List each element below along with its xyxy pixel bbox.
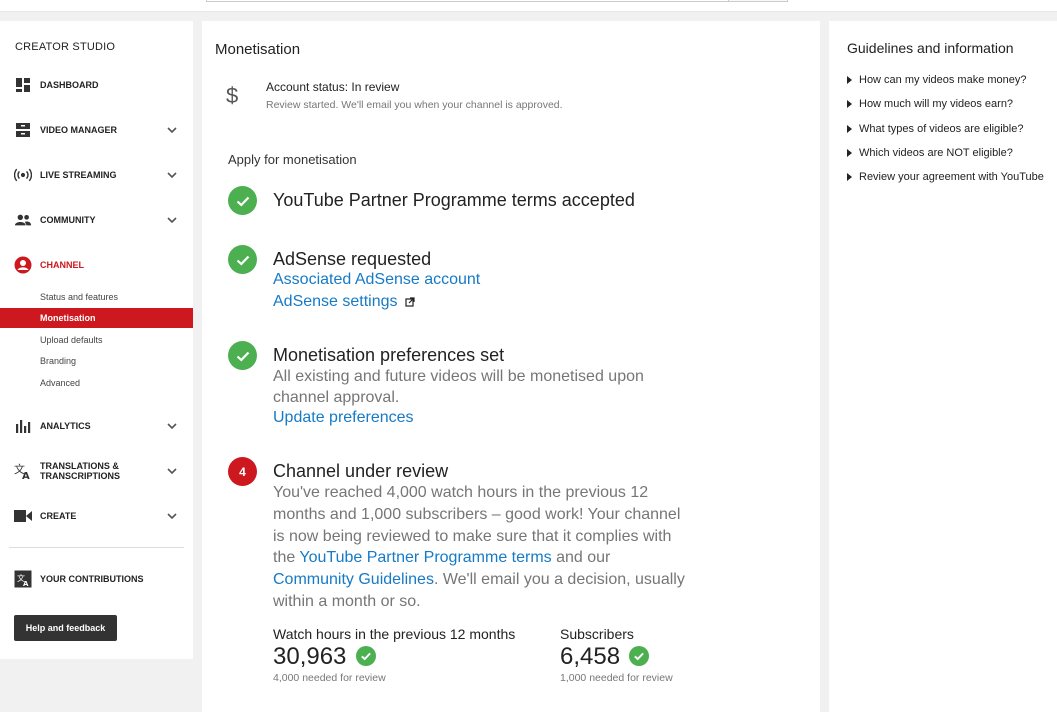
svg-text:A: A (23, 580, 29, 588)
sidebar-item-label: COMMUNITY (40, 215, 96, 225)
sidebar-item-label: DASHBOARD (40, 80, 99, 90)
chevron-down-icon[interactable] (166, 214, 178, 226)
search-button[interactable] (728, 0, 788, 2)
sidebar-item-create[interactable]: CREATE (0, 501, 193, 531)
check-icon (228, 341, 257, 370)
panel-divider (820, 21, 829, 680)
community-guidelines-link[interactable]: Community Guidelines (273, 571, 434, 588)
sidebar-item-label: CREATE (40, 511, 77, 521)
video-manager-icon (14, 121, 32, 139)
account-status-description: Review started. We'll email you when you… (266, 99, 563, 111)
sidebar-item-label: TRANSLATIONS & TRANSCRIPTIONS (40, 461, 121, 481)
sidebar-item-label: ANALYTICS (40, 421, 91, 431)
sidebar-item-translations[interactable]: 文A TRANSLATIONS & TRANSCRIPTIONS (0, 456, 193, 486)
chevron-down-icon[interactable] (166, 465, 178, 477)
associated-adsense-link[interactable]: Associated AdSense account (273, 271, 480, 289)
caret-right-icon (847, 149, 852, 157)
sidebar-title: CREATOR STUDIO (15, 41, 116, 53)
step-heading: Channel under review (273, 461, 449, 481)
caret-right-icon (847, 125, 852, 133)
sidebar-item-label: VIDEO MANAGER (40, 125, 118, 135)
step-heading: YouTube Partner Programme terms accepted (273, 190, 635, 210)
chevron-down-icon[interactable] (166, 169, 178, 181)
sidebar-item-channel[interactable]: CHANNEL (0, 250, 193, 280)
step-number-badge: 4 (228, 457, 257, 486)
subscribers-label: Subscribers (560, 626, 634, 642)
step-description: the YouTube Partner Programme terms and … (273, 549, 611, 566)
update-preferences-link[interactable]: Update preferences (273, 409, 414, 427)
guidelines-title: Guidelines and information (847, 40, 1014, 56)
sidebar-divider (9, 547, 184, 548)
dashboard-icon (14, 76, 32, 94)
guideline-item[interactable]: How much will my videos earn? (847, 98, 1013, 110)
step-description: months and 1,000 subscribers – good work… (273, 506, 681, 523)
sidebar-item-label: CHANNEL (40, 260, 84, 270)
guideline-item[interactable]: Which videos are NOT eligible? (847, 147, 1013, 159)
chevron-down-icon[interactable] (166, 124, 178, 136)
subscribers-value: 6,458 (560, 643, 621, 670)
sidebar-subitem-advanced[interactable]: Advanced (0, 373, 193, 393)
caret-right-icon (847, 173, 852, 181)
sidebar-item-contributions[interactable]: 文A YOUR CONTRIBUTIONS (0, 564, 193, 594)
sidebar-subitem-branding[interactable]: Branding (0, 351, 193, 371)
live-streaming-icon (14, 166, 32, 184)
step-description: is now being reviewed to make sure that … (273, 528, 672, 545)
step-heading: Monetisation preferences set (273, 345, 505, 365)
sidebar-item-live-streaming[interactable]: LIVE STREAMING (0, 160, 193, 190)
step-heading: AdSense requested (273, 249, 432, 269)
sidebar-item-community[interactable]: COMMUNITY (0, 205, 193, 235)
sidebar-item-video-manager[interactable]: VIDEO MANAGER (0, 115, 193, 145)
dollar-icon: $ (226, 83, 239, 108)
sidebar-item-label: LIVE STREAMING (40, 170, 117, 180)
guideline-item[interactable]: Review your agreement with YouTube (847, 171, 1044, 183)
help-feedback-button[interactable]: Help and feedback (14, 615, 117, 641)
analytics-icon (14, 417, 32, 435)
sidebar-item-analytics[interactable]: ANALYTICS (0, 411, 193, 441)
check-icon (629, 646, 649, 666)
step-description: Community Guidelines. We'll email you a … (273, 571, 685, 588)
account-status: Account status: In review (266, 80, 400, 94)
page-title: Monetisation (215, 41, 301, 58)
main-content: Monetisation $ Account status: In review… (202, 21, 820, 712)
guideline-item[interactable]: How can my videos make money? (847, 74, 1027, 86)
step-description: All existing and future videos will be m… (273, 368, 644, 385)
apply-section-title: Apply for monetisation (228, 152, 357, 167)
contributions-icon: 文A (14, 570, 32, 588)
sidebar-item-dashboard[interactable]: DASHBOARD (0, 70, 193, 100)
translations-icon: 文A (14, 462, 32, 480)
check-icon (228, 245, 257, 274)
guideline-item[interactable]: What types of videos are eligible? (847, 123, 1023, 135)
sidebar-subitem-monetisation[interactable]: Monetisation (0, 308, 193, 328)
watch-hours-requirement: 4,000 needed for review (273, 672, 386, 684)
check-icon (228, 186, 257, 215)
sidebar: CREATOR STUDIO DASHBOARD VIDEO MANAGER L… (0, 21, 193, 659)
step-description: within a month or so. (273, 593, 421, 610)
search-input[interactable] (206, 0, 788, 2)
svg-text:A: A (22, 471, 30, 480)
create-icon (14, 507, 32, 525)
channel-icon (14, 256, 32, 274)
watch-hours-label: Watch hours in the previous 12 months (273, 626, 516, 642)
external-link-icon (405, 297, 415, 307)
subscribers-requirement: 1,000 needed for review (560, 672, 673, 684)
caret-right-icon (847, 76, 852, 84)
chevron-down-icon[interactable] (166, 510, 178, 522)
check-icon (356, 646, 376, 666)
sidebar-subitem-upload-defaults[interactable]: Upload defaults (0, 330, 193, 350)
step-description: channel approval. (273, 389, 400, 406)
partner-programme-terms-link[interactable]: YouTube Partner Programme terms (299, 549, 551, 566)
community-icon (14, 211, 32, 229)
caret-right-icon (847, 100, 852, 108)
top-bar (0, 0, 1057, 12)
adsense-settings-link[interactable]: AdSense settings (273, 293, 415, 311)
guidelines-panel: Guidelines and information How can my vi… (829, 21, 1057, 712)
sidebar-subitem-status[interactable]: Status and features (0, 287, 193, 307)
watch-hours-value: 30,963 (273, 643, 347, 670)
sidebar-item-label: YOUR CONTRIBUTIONS (40, 574, 144, 584)
step-description: You've reached 4,000 watch hours in the … (273, 484, 649, 501)
chevron-down-icon[interactable] (166, 420, 178, 432)
